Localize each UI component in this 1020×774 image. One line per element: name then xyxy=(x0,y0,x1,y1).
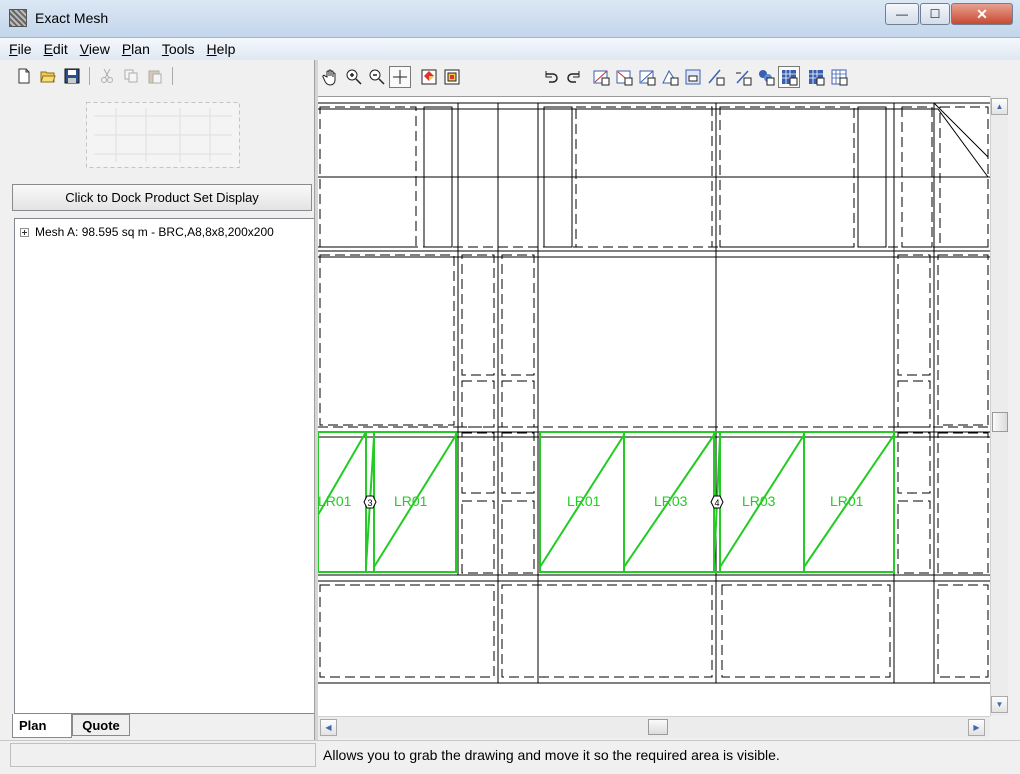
plan-edit-tools xyxy=(540,66,850,88)
crosshair-select-icon[interactable] xyxy=(389,66,411,88)
app-icon xyxy=(9,9,27,27)
tab-quote[interactable]: Quote xyxy=(72,714,130,736)
edit-mesh-icon[interactable] xyxy=(732,66,754,88)
scroll-down-icon[interactable]: ▼ xyxy=(991,696,1008,713)
menu-file[interactable]: File xyxy=(9,41,32,57)
draw-gap-icon[interactable] xyxy=(636,66,658,88)
toolbar-separator xyxy=(172,67,173,85)
paste-icon[interactable] xyxy=(145,66,165,86)
menu-edit[interactable]: Edit xyxy=(44,41,68,57)
mesh-label[interactable]: LR01 xyxy=(830,493,864,509)
mesh-label[interactable]: LR01 xyxy=(567,493,601,509)
marker-label: 4 xyxy=(714,498,719,508)
panel-tabs: Plan Quote xyxy=(12,714,130,740)
status-bar: Allows you to grab the drawing and move … xyxy=(0,740,1020,774)
fill-color-icon[interactable] xyxy=(418,66,440,88)
scroll-left-icon[interactable]: ◀ xyxy=(320,719,337,736)
horizontal-scrollbar[interactable]: ◀ ▶ xyxy=(318,716,990,738)
menu-bar: File Edit View Plan Tools Help xyxy=(0,38,1020,60)
draw-beam-icon[interactable] xyxy=(682,66,704,88)
redo-icon[interactable] xyxy=(563,66,585,88)
dock-product-set-button[interactable]: Click to Dock Product Set Display xyxy=(12,184,312,211)
product-tree[interactable]: Mesh A: 98.595 sq m - BRC,A8,8x8,200x200 xyxy=(14,218,316,714)
vertical-scroll-thumb[interactable] xyxy=(992,412,1008,432)
cadmeshtools-logo xyxy=(86,102,240,168)
maximize-button[interactable]: ☐ xyxy=(920,3,950,25)
new-file-icon[interactable] xyxy=(14,66,34,86)
mesh-products-icon[interactable] xyxy=(755,66,777,88)
draw-cut-icon[interactable] xyxy=(613,66,635,88)
menu-plan[interactable]: Plan xyxy=(122,41,150,57)
scroll-right-icon[interactable]: ▶ xyxy=(968,719,985,736)
vertical-scrollbar[interactable]: ▲ ▼ xyxy=(990,96,1008,716)
menu-view[interactable]: View xyxy=(80,41,110,57)
zoom-out-icon[interactable] xyxy=(366,66,388,88)
mesh-label[interactable]: LR01 xyxy=(318,493,352,509)
mesh-label[interactable]: LR01 xyxy=(394,493,428,509)
copy-icon[interactable] xyxy=(121,66,141,86)
plan-toolbar xyxy=(318,62,1020,94)
zoom-in-icon[interactable] xyxy=(343,66,365,88)
close-button[interactable]: ✕ xyxy=(951,3,1013,25)
marker-3[interactable]: 3 xyxy=(363,495,377,509)
plan-canvas[interactable]: LR01 LR01 LR01 LR03 LR03 LR01 3 4 xyxy=(318,96,990,716)
undo-icon[interactable] xyxy=(540,66,562,88)
save-icon[interactable] xyxy=(62,66,82,86)
expand-plus-icon[interactable] xyxy=(20,227,29,237)
window-title: Exact Mesh xyxy=(35,10,109,26)
layer-properties-icon[interactable] xyxy=(441,66,463,88)
mesh-label[interactable]: LR03 xyxy=(742,493,776,509)
marker-label: 3 xyxy=(367,498,372,508)
title-bar: Exact Mesh — ☐ ✕ xyxy=(0,0,1020,38)
tab-plan[interactable]: Plan xyxy=(12,714,72,738)
marker-4[interactable]: 4 xyxy=(710,495,724,509)
draw-line-icon[interactable] xyxy=(705,66,727,88)
open-folder-icon[interactable] xyxy=(38,66,58,86)
draw-pit-icon[interactable] xyxy=(659,66,681,88)
tree-item-label: Mesh A: 98.595 sq m - BRC,A8,8x8,200x200 xyxy=(35,225,274,239)
status-pane xyxy=(10,743,316,767)
scroll-corner xyxy=(990,716,1020,738)
menu-tools[interactable]: Tools xyxy=(162,41,195,57)
pan-hand-icon[interactable] xyxy=(320,66,342,88)
draw-outline-icon[interactable] xyxy=(590,66,612,88)
minimize-button[interactable]: — xyxy=(885,3,919,25)
scroll-up-icon[interactable]: ▲ xyxy=(991,98,1008,115)
mesh-layout-icon[interactable] xyxy=(778,66,800,88)
mesh-numbering-icon[interactable] xyxy=(805,66,827,88)
tree-item-mesh-a[interactable]: Mesh A: 98.595 sq m - BRC,A8,8x8,200x200 xyxy=(20,225,274,239)
horizontal-scroll-thumb[interactable] xyxy=(648,719,668,735)
left-panel: Click to Dock Product Set Display Mesh A… xyxy=(0,60,318,740)
mesh-label[interactable]: LR03 xyxy=(654,493,688,509)
view-tools xyxy=(320,66,463,88)
toolbar-separator xyxy=(89,67,90,85)
mesh-tool-icon[interactable] xyxy=(828,66,850,88)
cut-icon[interactable] xyxy=(97,66,117,86)
menu-help[interactable]: Help xyxy=(207,41,236,57)
status-text: Allows you to grab the drawing and move … xyxy=(323,747,780,763)
file-toolbar xyxy=(14,66,176,86)
